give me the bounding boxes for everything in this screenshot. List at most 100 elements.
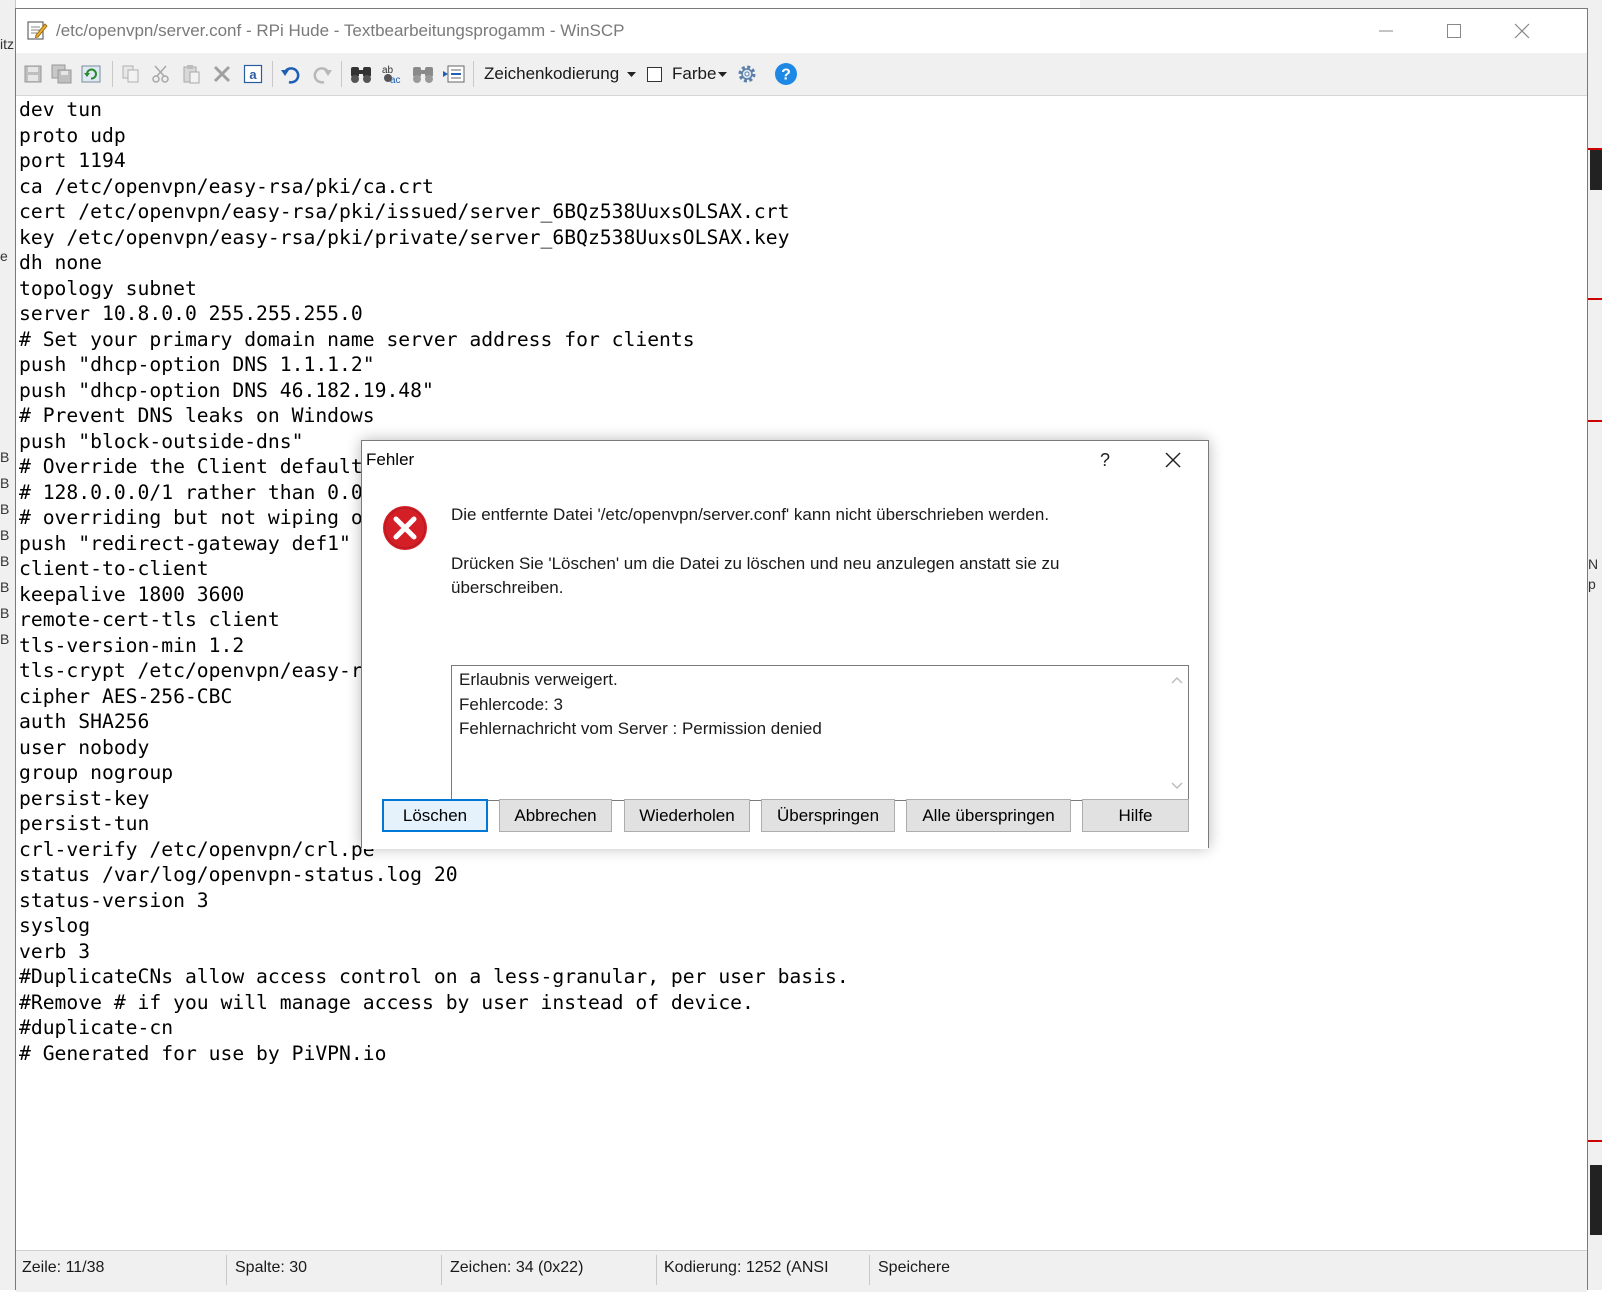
find-next-button[interactable] — [411, 62, 435, 86]
delete-button[interactable] — [210, 62, 234, 86]
code-line[interactable]: # 128.0.0.0/1 rather than 0.0 — [19, 480, 363, 506]
code-line[interactable]: #DuplicateCNs allow access control on a … — [19, 964, 849, 990]
code-line[interactable]: # Override the Client default — [19, 454, 363, 480]
error-detail-line: Fehlernachricht vom Server : Permission … — [459, 719, 822, 738]
code-line[interactable]: dh none — [19, 250, 102, 276]
background-text-fragment: B — [0, 527, 10, 543]
paste-button[interactable] — [179, 62, 203, 86]
dialog-title-bar[interactable]: Fehler ? — [362, 441, 1208, 479]
code-line[interactable]: # Prevent DNS leaks on Windows — [19, 403, 375, 429]
background-mark — [1590, 150, 1602, 190]
goto-line-icon — [443, 65, 465, 83]
skip-all-button[interactable]: Alle überspringen — [906, 799, 1071, 832]
retry-button[interactable]: Wiederholen — [624, 799, 750, 832]
background-mark — [1590, 1165, 1602, 1235]
background-mark — [1588, 298, 1602, 300]
title-bar[interactable]: /etc/openvpn/server.conf - RPi Hude - Te… — [16, 9, 1587, 53]
code-line[interactable]: crl-verify /etc/openvpn/crl.pe — [19, 837, 375, 863]
find-button[interactable] — [349, 62, 373, 86]
code-line[interactable]: server 10.8.0.0 255.255.255.0 — [19, 301, 363, 327]
code-line[interactable]: remote-cert-tls client — [19, 607, 280, 633]
reload-button[interactable] — [80, 62, 104, 86]
cancel-button[interactable]: Abbrechen — [499, 799, 612, 832]
code-line[interactable]: client-to-client — [19, 556, 209, 582]
code-line[interactable]: group nogroup — [19, 760, 173, 786]
delete-icon — [213, 65, 231, 83]
code-line[interactable]: # Generated for use by PiVPN.io — [19, 1041, 386, 1067]
code-line[interactable]: push "dhcp-option DNS 1.1.1.2" — [19, 352, 375, 378]
details-scrollbar[interactable] — [1166, 666, 1188, 800]
replace-button[interactable]: ab ac — [380, 62, 404, 86]
code-line[interactable]: persist-key — [19, 786, 149, 812]
error-detail-line: Erlaubnis verweigert. — [459, 670, 618, 689]
cut-button[interactable] — [149, 62, 173, 86]
window-title: /etc/openvpn/server.conf - RPi Hude - Te… — [56, 21, 625, 40]
code-line[interactable]: cipher AES-256-CBC — [19, 684, 232, 710]
minimize-button[interactable] — [1352, 9, 1420, 53]
close-icon — [1165, 452, 1181, 468]
help-button[interactable]: ? — [774, 62, 798, 86]
code-line[interactable]: tls-version-min 1.2 — [19, 633, 244, 659]
goto-line-button[interactable] — [442, 62, 466, 86]
background-text-fragment: N — [1588, 556, 1599, 572]
close-button[interactable] — [1488, 9, 1556, 53]
code-line[interactable]: user nobody — [19, 735, 149, 761]
code-line[interactable]: #duplicate-cn — [19, 1015, 173, 1041]
code-line[interactable]: auth SHA256 — [19, 709, 149, 735]
code-line[interactable]: keepalive 1800 3600 — [19, 582, 244, 608]
code-line[interactable]: tls-crypt /etc/openvpn/easy-rs — [19, 658, 375, 684]
background-mark — [1588, 420, 1602, 422]
code-line[interactable]: port 1194 — [19, 148, 126, 174]
save-all-icon — [51, 64, 72, 84]
code-line[interactable]: cert /etc/openvpn/easy-rsa/pki/issued/se… — [19, 199, 789, 225]
help-dialog-button[interactable]: Hilfe — [1082, 799, 1189, 832]
background-mark — [1588, 148, 1602, 150]
code-line[interactable]: syslog — [19, 913, 90, 939]
code-line[interactable]: #Remove # if you will manage access by u… — [19, 990, 754, 1016]
scroll-down-icon[interactable] — [1171, 782, 1183, 790]
select-all-button[interactable]: a — [241, 62, 265, 86]
save-button[interactable] — [21, 62, 45, 86]
code-line[interactable]: key /etc/openvpn/easy-rsa/pki/private/se… — [19, 225, 789, 251]
code-line[interactable]: push "block-outside-dns" — [19, 429, 303, 455]
undo-button[interactable] — [279, 62, 303, 86]
code-line[interactable]: topology subnet — [19, 276, 197, 302]
toolbar: a ab ac Zeichenkodierung Farbe ? — [16, 53, 1587, 96]
error-details-box[interactable]: Erlaubnis verweigert. Fehlercode: 3 Fehl… — [451, 665, 1189, 801]
scroll-up-icon[interactable] — [1171, 676, 1183, 684]
background-text-fragment: B — [0, 449, 10, 465]
error-hint-line-1: Drücken Sie 'Löschen' um die Datei zu lö… — [451, 554, 1060, 573]
dialog-help-button[interactable]: ? — [1090, 447, 1120, 473]
code-line[interactable]: ca /etc/openvpn/easy-rsa/pki/ca.crt — [19, 174, 434, 200]
maximize-icon — [1447, 24, 1461, 38]
code-line[interactable]: status-version 3 — [19, 888, 209, 914]
encoding-dropdown[interactable]: Zeichenkodierung — [484, 64, 619, 84]
redo-icon — [313, 67, 332, 84]
maximize-button[interactable] — [1420, 9, 1488, 53]
save-all-button[interactable] — [50, 62, 74, 86]
delete-button[interactable]: Löschen — [382, 799, 488, 832]
code-line[interactable]: push "dhcp-option DNS 46.182.19.48" — [19, 378, 434, 404]
notepad-icon — [27, 21, 48, 40]
copy-button[interactable] — [119, 62, 143, 86]
skip-button[interactable]: Überspringen — [761, 799, 895, 832]
svg-text:a: a — [249, 67, 257, 82]
code-line[interactable]: proto udp — [19, 123, 126, 149]
find-icon — [351, 67, 371, 83]
code-line[interactable]: verb 3 — [19, 939, 90, 965]
redo-button[interactable] — [310, 62, 334, 86]
color-dropdown[interactable]: Farbe — [672, 64, 716, 84]
color-checkbox[interactable] — [647, 67, 662, 82]
code-line[interactable]: status /var/log/openvpn-status.log 20 — [19, 862, 458, 888]
code-line[interactable]: persist-tun — [19, 811, 149, 837]
paste-icon — [183, 65, 200, 84]
dialog-close-button[interactable] — [1158, 447, 1188, 473]
code-line[interactable]: dev tun — [19, 97, 102, 123]
error-icon — [383, 506, 427, 550]
code-line[interactable]: # Set your primary domain name server ad… — [19, 327, 695, 353]
background-text-fragment: B — [0, 631, 10, 647]
settings-button[interactable] — [735, 62, 759, 86]
code-line[interactable]: push "redirect-gateway def1" — [19, 531, 351, 557]
code-line[interactable]: # overriding but not wiping ou — [19, 505, 375, 531]
chevron-down-icon — [718, 72, 727, 77]
